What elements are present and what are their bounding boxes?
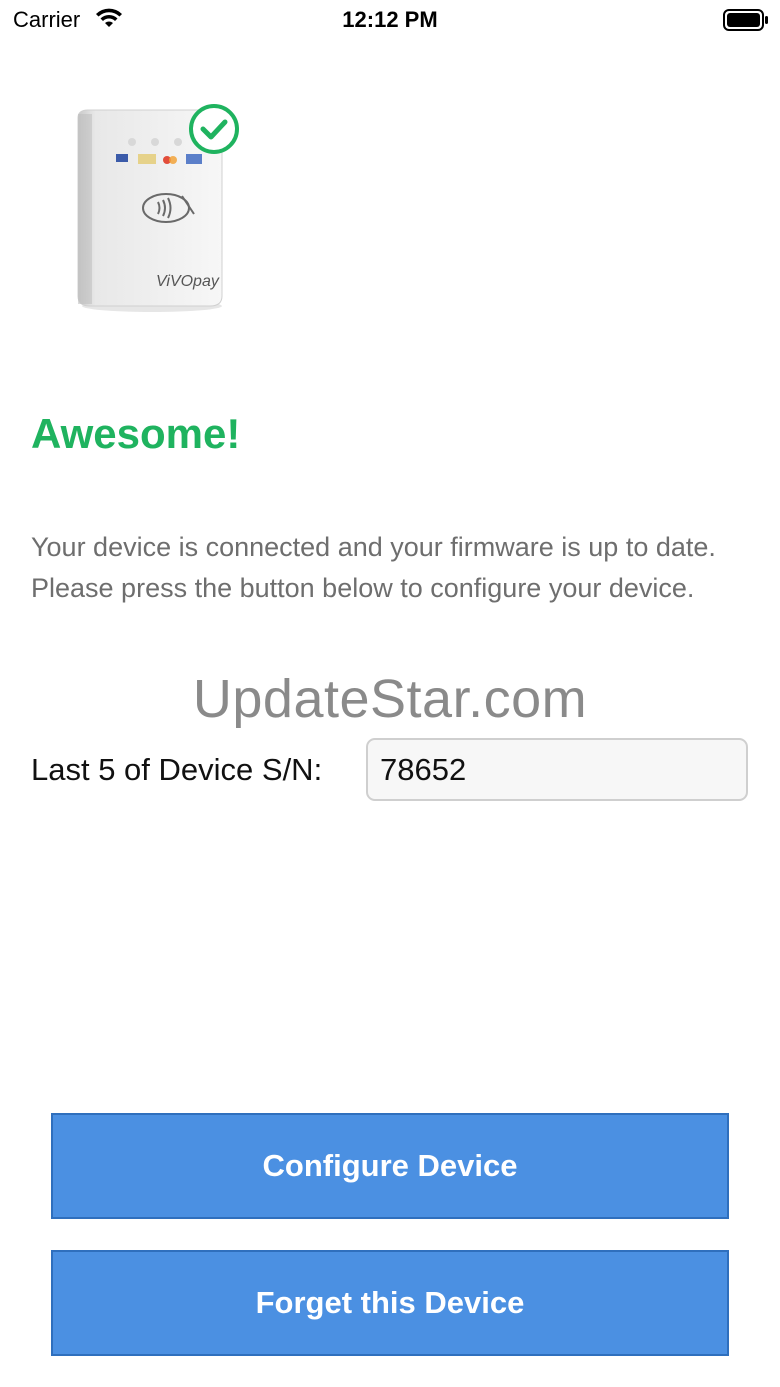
watermark: UpdateStar.com — [192, 669, 588, 729]
battery-icon — [723, 9, 769, 36]
forget-device-label: Forget this Device — [255, 1285, 525, 1320]
configure-device-button[interactable]: Configure Device — [51, 1113, 729, 1219]
device-brand-text: ViVOpay — [156, 273, 220, 290]
serial-input[interactable] — [366, 738, 748, 801]
configure-device-label: Configure Device — [262, 1148, 518, 1183]
status-message: Your device is connected and your firmwa… — [31, 532, 716, 603]
serial-label: Last 5 of Device S/N: — [31, 752, 323, 787]
success-headline: Awesome! — [31, 410, 241, 457]
status-bar: Carrier 12:12 PM — [0, 0, 780, 40]
clock: 12:12 PM — [342, 7, 438, 32]
check-circle-icon — [188, 103, 240, 160]
forget-device-button[interactable]: Forget this Device — [51, 1250, 729, 1356]
